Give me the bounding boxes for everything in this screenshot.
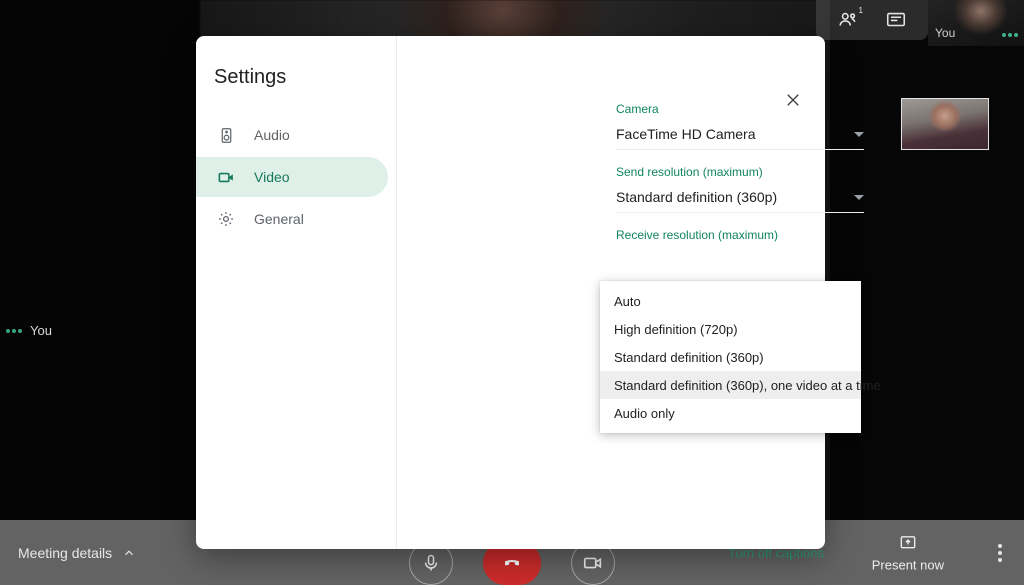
- dropdown-option-selected[interactable]: Standard definition (360p), one video at…: [600, 371, 881, 399]
- settings-nav: Audio Video General: [196, 115, 396, 239]
- receive-resolution-dropdown[interactable]: Auto High definition (720p) Standard def…: [600, 281, 881, 433]
- receive-resolution-field[interactable]: Receive resolution (maximum): [616, 228, 864, 252]
- settings-sidebar: Settings Audio Video General: [196, 36, 397, 549]
- dropdown-option[interactable]: Audio only: [600, 399, 861, 427]
- sidebar-item-video[interactable]: Video: [196, 157, 388, 197]
- sidebar-item-label: Audio: [254, 127, 290, 143]
- video-camera-icon: [216, 168, 236, 187]
- settings-dialog: Settings Audio Video General Camera Face…: [196, 36, 989, 549]
- people-icon[interactable]: 1: [826, 0, 870, 40]
- page-title: Settings: [214, 66, 287, 88]
- dropdown-option[interactable]: High definition (720p): [600, 315, 861, 343]
- chevron-down-icon[interactable]: [854, 131, 864, 137]
- self-participant-label: You: [6, 323, 52, 338]
- sidebar-item-audio[interactable]: Audio: [196, 115, 388, 155]
- chevron-down-icon[interactable]: [854, 194, 864, 200]
- camera-field-value: FaceTime HD Camera: [616, 126, 756, 142]
- send-resolution-field[interactable]: Send resolution (maximum) Standard defin…: [616, 165, 864, 213]
- video-grid-right: [830, 0, 1024, 520]
- video-grid-left: [0, 0, 200, 520]
- chevron-up-icon: [125, 549, 134, 555]
- meeting-details-label: Meeting details: [18, 544, 113, 561]
- dropdown-option[interactable]: Auto: [600, 287, 861, 315]
- more-vertical-icon[interactable]: [998, 543, 1002, 562]
- camera-field[interactable]: Camera FaceTime HD Camera: [616, 102, 864, 150]
- present-now-button[interactable]: Present now: [872, 533, 944, 572]
- present-now-label: Present now: [871, 557, 944, 572]
- app-root: You 1 You Meeting details Turn off capti…: [0, 0, 1024, 585]
- sidebar-item-label: Video: [254, 169, 290, 185]
- meeting-details-button[interactable]: Meeting details: [18, 545, 136, 561]
- send-resolution-label: Send resolution (maximum): [616, 165, 763, 179]
- chat-icon[interactable]: [874, 0, 918, 40]
- self-view-mic-dots-icon: [1002, 33, 1018, 37]
- participants-badge: 1: [858, 6, 863, 15]
- meeting-top-actions: 1: [816, 0, 928, 40]
- receive-resolution-label: Receive resolution (maximum): [616, 228, 779, 242]
- sidebar-item-general[interactable]: General: [196, 199, 388, 239]
- speaker-icon: [216, 127, 236, 144]
- self-participant-name: You: [30, 323, 52, 338]
- mic-activity-dots-icon: [6, 328, 22, 333]
- camera-preview: [901, 98, 989, 150]
- sidebar-item-label: General: [254, 211, 304, 227]
- send-resolution-value: Standard definition (360p): [616, 189, 778, 205]
- self-view-tile[interactable]: You: [928, 0, 1024, 46]
- camera-field-label: Camera: [616, 102, 659, 116]
- gear-icon: [216, 210, 236, 228]
- present-screen-icon: [900, 535, 916, 548]
- dropdown-option[interactable]: Standard definition (360p): [600, 343, 861, 371]
- self-view-label: You: [935, 26, 956, 40]
